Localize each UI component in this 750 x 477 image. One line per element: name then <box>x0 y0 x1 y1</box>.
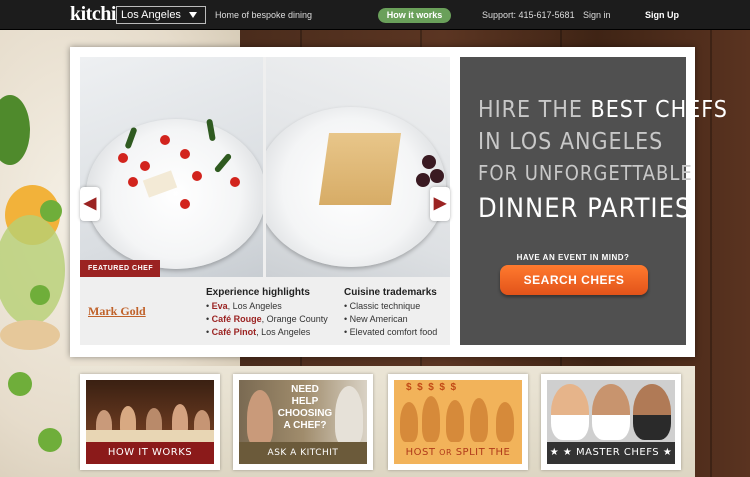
experience-list: • Eva, Los Angeles • Café Rouge, Orange … <box>206 300 328 339</box>
master-chefs-photo: ★ ★ MASTER CHEFS ★ ★ <box>547 380 675 464</box>
hero-text-strong: BEST CHEFS <box>590 97 728 123</box>
hero-headline-line-2: IN LOS ANGELES <box>478 129 664 155</box>
tile-caption: ASK A KITCHIT CONCIERGE <box>239 442 367 464</box>
chef-name-link[interactable]: Mark Gold <box>88 304 146 319</box>
chef-person <box>335 386 363 446</box>
tile-host-or-split[interactable]: $ $ $ $ $ HOST OR SPLIT THE BILL <box>388 374 528 470</box>
star-icon: ★ ★ <box>549 447 573 458</box>
tomato <box>192 171 202 181</box>
caption-text: SPLIT THE BILL <box>455 447 511 458</box>
tagline: Home of bespoke dining <box>215 10 313 20</box>
tile-caption: HOST OR SPLIT THE BILL <box>394 442 522 464</box>
fig <box>430 169 444 183</box>
list-item: • Café Rouge, Orange County <box>206 314 328 324</box>
trademark: Classic technique <box>349 301 421 311</box>
tomato <box>180 149 190 159</box>
city-select[interactable]: Los Angeles <box>116 6 206 24</box>
list-item: • Eva, Los Angeles <box>206 301 282 311</box>
search-chefs-button[interactable]: SEARCH CHEFS <box>500 265 648 295</box>
dinner-party-photo: HOW IT WORKS <box>86 380 214 464</box>
concierge-overlay-text: NEED HELP CHOOSING A CHEF? <box>277 384 333 431</box>
host-split-illustration: $ $ $ $ $ HOST OR SPLIT THE BILL <box>394 380 522 464</box>
background-pea <box>38 428 62 452</box>
concierge-person <box>247 390 273 446</box>
tomato <box>128 177 138 187</box>
background-pea <box>40 200 62 222</box>
plate <box>86 119 263 269</box>
tile-master-chefs[interactable]: ★ ★ MASTER CHEFS ★ ★ <box>541 374 681 470</box>
hero-headline-line-1: HIRE THE BEST CHEFS <box>478 97 728 123</box>
support-phone: Support: 415-617-5681 <box>482 10 575 20</box>
trademark: New American <box>349 314 408 324</box>
restaurant-location: , Orange County <box>261 314 328 324</box>
person-silhouette <box>422 396 440 442</box>
kitchit-logo[interactable]: kitchit <box>70 3 123 26</box>
chef-portrait <box>592 384 630 440</box>
person-silhouette <box>496 402 514 442</box>
restaurant-name: Café Pinot <box>211 327 257 337</box>
top-navigation-bar: kitchit Los Angeles Home of bespoke dini… <box>0 0 750 30</box>
trademark: Elevated comfort food <box>349 327 438 337</box>
tile-caption: ★ ★ MASTER CHEFS ★ ★ <box>547 442 675 464</box>
dish-photo-left <box>80 57 263 277</box>
list-item: • Classic technique <box>344 301 421 311</box>
background-crust <box>0 320 60 350</box>
chef-portrait <box>551 384 589 440</box>
background-pea <box>30 285 50 305</box>
previous-slide-button[interactable]: ◀ <box>80 187 100 221</box>
list-item: • New American <box>344 314 408 324</box>
tomato <box>160 135 170 145</box>
tomato <box>140 161 150 171</box>
hero-panel: HIRE THE BEST CHEFS IN LOS ANGELES FOR U… <box>460 57 727 345</box>
chevron-down-icon <box>189 12 197 18</box>
person-silhouette <box>446 400 464 442</box>
dollar-signs: $ $ $ $ $ <box>406 382 457 393</box>
person-silhouette <box>470 398 488 442</box>
featured-chef-label: FEATURED CHEF <box>80 260 160 277</box>
sign-in-link[interactable]: Sign in <box>583 10 611 20</box>
restaurant-location: , Los Angeles <box>227 301 282 311</box>
dessert-block <box>318 133 402 205</box>
featured-chef-card: ◀ ▶ FEATURED CHEF Mark Gold Experience h… <box>80 57 450 345</box>
tomato <box>118 153 128 163</box>
person-silhouette <box>400 402 418 442</box>
caption-text: HOST <box>405 447 440 458</box>
concierge-photo: NEED HELP CHOOSING A CHEF? ASK A KITCHIT… <box>239 380 367 464</box>
main-panel: ◀ ▶ FEATURED CHEF Mark Gold Experience h… <box>70 47 727 357</box>
list-item: • Café Pinot, Los Angeles <box>206 327 311 337</box>
event-question: HAVE AN EVENT IN MIND? <box>516 253 630 262</box>
caption-or: OR <box>439 448 453 457</box>
background-pea <box>8 372 32 396</box>
hero-text: HIRE THE <box>478 97 591 123</box>
caption-text: MASTER CHEFS <box>576 447 660 458</box>
tile-concierge[interactable]: NEED HELP CHOOSING A CHEF? ASK A KITCHIT… <box>233 374 373 470</box>
tomato <box>230 177 240 187</box>
city-select-value: Los Angeles <box>121 9 181 21</box>
restaurant-location: , Los Angeles <box>256 327 311 337</box>
hero-headline-line-3: FOR UNFORGETTABLE <box>478 161 693 185</box>
tile-how-it-works[interactable]: HOW IT WORKS <box>80 374 220 470</box>
tile-caption: HOW IT WORKS <box>86 442 214 464</box>
trademarks-list: • Classic technique • New American • Ele… <box>344 300 437 339</box>
restaurant-name: Eva <box>211 301 228 311</box>
sign-up-link[interactable]: Sign Up <box>645 10 679 20</box>
fig <box>422 155 436 169</box>
list-item: • Elevated comfort food <box>344 327 438 337</box>
hero-headline-line-4: DINNER PARTIES <box>478 193 692 224</box>
tomato <box>180 199 190 209</box>
restaurant-name: Café Rouge <box>211 314 262 324</box>
how-it-works-button[interactable]: How it works <box>378 8 451 23</box>
experience-title: Experience highlights <box>206 287 310 298</box>
chef-portrait <box>633 384 671 440</box>
dinner-table <box>86 430 214 442</box>
trademarks-title: Cuisine trademarks <box>344 287 437 298</box>
bottom-tiles-strip: HOW IT WORKS NEED HELP CHOOSING A CHEF? … <box>70 366 695 477</box>
next-slide-button[interactable]: ▶ <box>430 187 450 221</box>
fig <box>416 173 430 187</box>
dish-photo-right <box>266 57 450 277</box>
